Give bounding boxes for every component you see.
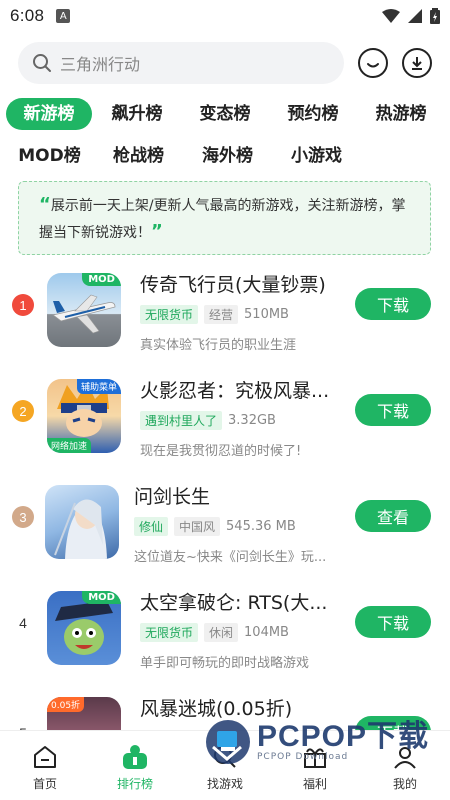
status-bar: 6:08 A: [0, 0, 450, 32]
game-description: 现在是我贯彻忍道的时候了!: [140, 444, 302, 459]
list-item[interactable]: 3 问剑长生 修仙 中国风 545.36 MB 这位道友~快来《问剑长生》玩..…: [0, 482, 450, 588]
nav-home[interactable]: 首页: [0, 731, 90, 800]
game-info: 传奇飞行员(大量钞票) 无限货币 经营 510MB 真实体验飞行员的职业生涯: [140, 270, 340, 353]
nav-label: 福利: [302, 777, 327, 791]
game-list: 1 MOD 传奇飞行员(大量钞票) 无限货币 经营 510MB 真实体验飞行员的…: [0, 270, 450, 800]
open-quote-icon: “: [39, 194, 51, 215]
tab-overseas[interactable]: 海外榜: [184, 140, 271, 172]
feature-tag: 无限货币: [140, 305, 199, 324]
game-title: 问剑长生: [134, 486, 211, 508]
ranking-notice: “展示前一天上架/更新人气最高的新游戏，关注新游榜，掌握当下新锐游戏！”: [18, 181, 431, 255]
game-meta: 无限货币 休闲 104MB: [140, 623, 340, 642]
feature-tag: 无限货币: [140, 623, 199, 642]
nav-label: 排行榜: [116, 777, 153, 791]
swordsman-icon: [54, 499, 107, 559]
game-icon: 辅助菜单 网络加速: [47, 379, 121, 453]
game-description: 单手即可畅玩的即时战略游戏: [140, 656, 310, 671]
rank-badge: 2: [12, 400, 34, 422]
rank-badge: 3: [12, 506, 34, 528]
genre-tag: 经营: [204, 305, 239, 324]
message-button[interactable]: [358, 48, 388, 78]
game-title: 太空拿破仑: RTS(大...: [140, 592, 328, 614]
game-description: 真实体验飞行员的职业生涯: [140, 338, 297, 353]
game-info: 火影忍者：究极风暴... 遇到村里人了 3.32GB 现在是我贯彻忍道的时候了!: [140, 376, 340, 459]
nav-profile[interactable]: 我的: [360, 731, 450, 800]
list-item[interactable]: 2 辅助菜单 网络加速 火影忍者：究极风暴... 遇到村里人了 3.32GB 现…: [0, 376, 450, 482]
tab-preorder[interactable]: 预约榜: [270, 98, 356, 130]
notice-text: 展示前一天上架/更新人气最高的新游戏，关注新游榜，掌握当下新锐游戏！: [39, 198, 406, 241]
feature-tag: 遇到村里人了: [140, 411, 223, 430]
battery-icon: [430, 8, 440, 24]
tab-mod[interactable]: MOD榜: [6, 140, 93, 172]
view-button[interactable]: 查看: [355, 500, 431, 532]
home-icon: [31, 743, 59, 771]
gift-icon: [301, 743, 329, 771]
signal-icon: [408, 9, 422, 23]
wifi-icon: [382, 9, 400, 23]
file-size: 545.36 MB: [226, 519, 296, 534]
assist-menu-tag: 辅助菜单: [76, 379, 121, 394]
find-game-icon: [211, 743, 239, 771]
search-row: 三角洲行动: [18, 42, 438, 84]
mod-tag: MOD: [82, 591, 121, 604]
tab-hot[interactable]: 热游榜: [358, 98, 444, 130]
tab-rising[interactable]: 飙升榜: [94, 98, 180, 130]
genre-tag: 中国风: [174, 517, 221, 536]
tab-row-1: 新游榜 飙升榜 变态榜 预约榜 热游榜: [6, 96, 446, 132]
bottom-nav: 首页 排行榜 找游戏 福利 我的: [0, 730, 450, 800]
ranking-tabs: 新游榜 飙升榜 变态榜 预约榜 热游榜 MOD榜 枪战榜 海外榜 小游戏: [6, 96, 446, 180]
game-title: 风暴迷城(0.05折): [140, 698, 293, 720]
game-info: 风暴迷城(0.05折): [140, 694, 340, 721]
status-time: 6:08: [10, 6, 45, 25]
feature-tag: 修仙: [134, 517, 169, 536]
search-placeholder: 三角洲行动: [60, 55, 141, 74]
game-icon: MOD: [47, 273, 121, 347]
file-size: 3.32GB: [228, 413, 276, 428]
game-title: 传奇飞行员(大量钞票): [140, 274, 326, 296]
profile-icon: [391, 743, 419, 771]
nav-ranking[interactable]: 排行榜: [90, 731, 180, 800]
tab-row-2: MOD榜 枪战榜 海外榜 小游戏: [6, 138, 446, 174]
game-title: 火影忍者：究极风暴...: [140, 380, 330, 402]
game-meta: 遇到村里人了 3.32GB: [140, 411, 340, 430]
tab-new-games[interactable]: 新游榜: [6, 98, 92, 130]
file-size: 104MB: [244, 625, 289, 640]
status-indicators: [382, 8, 440, 24]
download-button[interactable]: 下载: [355, 394, 431, 426]
file-size: 510MB: [244, 307, 289, 322]
close-quote-icon: ”: [151, 221, 163, 242]
list-item[interactable]: 1 MOD 传奇飞行员(大量钞票) 无限货币 经营 510MB 真实体验飞行员的…: [0, 270, 450, 376]
game-icon: [45, 485, 119, 559]
game-info: 太空拿破仑: RTS(大... 无限货币 休闲 104MB 单手即可畅玩的即时战…: [140, 588, 340, 671]
nav-label: 找游戏: [206, 777, 243, 791]
network-boost-tag: 网络加速: [47, 438, 92, 453]
nav-label: 首页: [32, 777, 57, 791]
nav-label: 我的: [392, 777, 417, 791]
message-icon: [367, 63, 379, 68]
game-description: 这位道友~快来《问剑长生》玩...: [134, 550, 327, 565]
rank-badge: 4: [19, 615, 27, 631]
tab-mini-games[interactable]: 小游戏: [273, 140, 360, 172]
download-icon: [412, 57, 422, 70]
game-meta: 修仙 中国风 545.36 MB: [134, 517, 334, 536]
rank-badge: 1: [12, 294, 34, 316]
search-input[interactable]: 三角洲行动: [18, 42, 344, 84]
search-icon: [33, 54, 51, 72]
game-info: 问剑长生 修仙 中国风 545.36 MB 这位道友~快来《问剑长生》玩...: [134, 482, 334, 565]
list-item[interactable]: 4 MOD 太空拿破仑: RTS(大... 无限货币 休闲 104MB 单手即可…: [0, 588, 450, 694]
download-button[interactable]: 下载: [355, 288, 431, 320]
download-button[interactable]: 下载: [355, 606, 431, 638]
mod-tag: MOD: [82, 273, 121, 286]
game-meta: 无限货币 经营 510MB: [140, 305, 340, 324]
tab-modded[interactable]: 变态榜: [182, 98, 268, 130]
ranking-icon: [121, 743, 149, 771]
tab-shooter[interactable]: 枪战榜: [95, 140, 182, 172]
download-manager-button[interactable]: [402, 48, 432, 78]
game-icon: MOD: [47, 591, 121, 665]
notification-app-icon: A: [56, 9, 71, 23]
nav-find-game[interactable]: 找游戏: [180, 731, 270, 800]
discount-tag: 0.05折: [47, 697, 85, 712]
nav-welfare[interactable]: 福利: [270, 731, 360, 800]
genre-tag: 休闲: [204, 623, 239, 642]
